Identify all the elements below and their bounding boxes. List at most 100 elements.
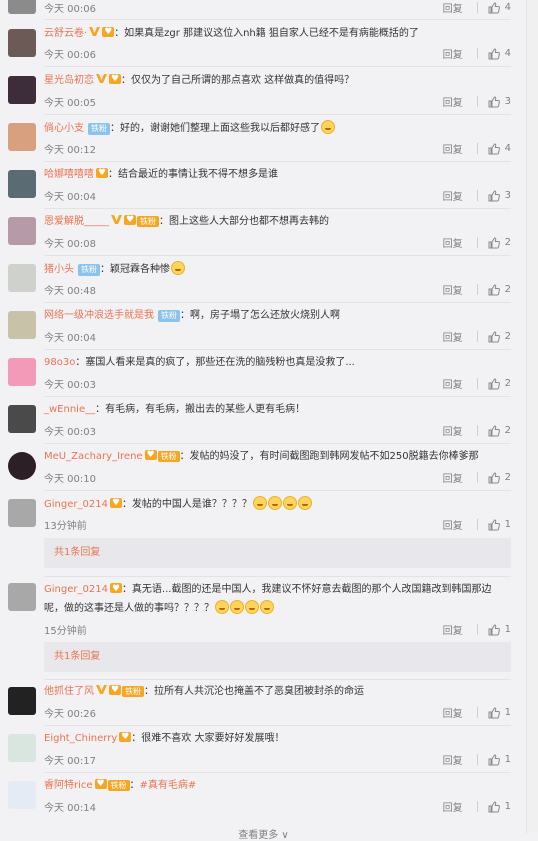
load-more-link[interactable]: 查看更多 ∨ [0, 826, 527, 841]
like-count: 1 [504, 754, 511, 765]
reply-button[interactable]: 回复 [443, 622, 463, 637]
comment-username[interactable]: _wEnnie__ [44, 404, 95, 415]
reply-button[interactable]: 回复 [443, 517, 463, 532]
comment-time: 今天 00:06 [44, 4, 96, 15]
reply-button[interactable]: 回复 [443, 188, 463, 203]
reply-button[interactable]: 回复 [443, 141, 463, 156]
comment-username[interactable]: MeU_Zachary_Irene [44, 451, 143, 462]
avatar[interactable] [8, 76, 36, 104]
iron-fan-badge: 铁粉 [158, 310, 180, 322]
like-button[interactable]: 1 [488, 800, 511, 813]
comment-username[interactable]: Ginger_0214 [44, 499, 108, 510]
like-button[interactable]: 1 [488, 623, 511, 636]
avatar[interactable] [8, 405, 36, 433]
divider [476, 472, 478, 483]
divider [44, 66, 511, 67]
scrollbar[interactable] [526, 0, 538, 833]
avatar[interactable] [8, 499, 36, 527]
reply-button[interactable]: 回复 [443, 799, 463, 814]
divider [476, 331, 478, 342]
like-button[interactable]: 2 [488, 424, 511, 437]
avatar[interactable] [8, 123, 36, 151]
comment-time: 15分钟前 [44, 626, 87, 637]
avatar[interactable] [8, 687, 36, 715]
avatar[interactable] [8, 217, 36, 245]
like-button[interactable]: 3 [488, 95, 511, 108]
avatar[interactable] [8, 734, 36, 762]
hashtag-link[interactable]: #真有毛病# [140, 780, 197, 791]
avatar[interactable] [8, 781, 36, 809]
comment-time: 今天 00:04 [44, 192, 96, 203]
like-button[interactable]: 2 [488, 330, 511, 343]
comment-username[interactable]: 云舒云卷· [44, 28, 87, 39]
comment-username[interactable]: Eight_Chinerry [44, 733, 117, 744]
comment-username[interactable]: 网络一级冲浪选手就是我 [44, 310, 154, 321]
avatar[interactable] [8, 583, 36, 611]
reply-button[interactable]: 回复 [443, 0, 463, 15]
divider [476, 754, 478, 765]
emoji-icon [260, 600, 274, 614]
like-button[interactable]: 2 [488, 471, 511, 484]
fan-badge: 铁粉 [137, 216, 159, 227]
like-button[interactable]: 1 [488, 753, 511, 766]
like-count: 2 [504, 331, 511, 342]
like-button[interactable]: 4 [488, 142, 511, 155]
like-button[interactable]: 4 [488, 1, 511, 14]
reply-button[interactable]: 回复 [443, 423, 463, 438]
thumbs-up-icon [488, 424, 500, 436]
divider [476, 48, 478, 59]
like-button[interactable]: 1 [488, 518, 511, 531]
reply-button[interactable]: 回复 [443, 752, 463, 767]
like-count: 2 [504, 378, 511, 389]
like-count: 2 [504, 284, 511, 295]
comment-username[interactable]: 98o3o [44, 357, 75, 368]
comment-time: 今天 00:14 [44, 803, 96, 814]
fan-heart-icon [109, 580, 122, 599]
divider [476, 237, 478, 248]
avatar[interactable] [8, 29, 36, 57]
comment-time: 今天 00:26 [44, 709, 96, 720]
like-button[interactable]: 2 [488, 283, 511, 296]
divider [44, 19, 511, 20]
avatar[interactable] [8, 311, 36, 339]
reply-button[interactable]: 回复 [443, 470, 463, 485]
comment-username[interactable]: 恩爱解脱_____ [44, 216, 109, 227]
reply-button[interactable]: 回复 [443, 94, 463, 109]
like-button[interactable]: 2 [488, 377, 511, 390]
avatar[interactable] [8, 0, 36, 14]
emoji-icon [245, 600, 259, 614]
comment-text: ：仅仅为了自己所谓的那点喜欢 这样做真的值得吗？ [121, 75, 355, 86]
avatar[interactable] [8, 264, 36, 292]
comment-username[interactable]: 睿阿特rice [44, 780, 93, 791]
comment-username[interactable]: 猪小头 [44, 264, 74, 275]
comment-text: ：啊，房子塌了怎么还放火烧别人啊 [180, 310, 340, 321]
verified-v-icon [96, 685, 107, 694]
reply-button[interactable]: 回复 [443, 329, 463, 344]
avatar[interactable] [8, 170, 36, 198]
like-button[interactable]: 2 [488, 236, 511, 249]
divider [44, 161, 511, 162]
divider [44, 490, 511, 491]
reply-button[interactable]: 回复 [443, 705, 463, 720]
reply-button[interactable]: 回复 [443, 46, 463, 61]
reply-button[interactable]: 回复 [443, 376, 463, 391]
comment-time: 今天 00:08 [44, 239, 96, 250]
reply-button[interactable]: 回复 [443, 235, 463, 250]
thumbs-up-icon [488, 142, 500, 154]
sub-reply-toggle[interactable]: 共1条回复 [44, 538, 511, 568]
comment-username[interactable]: 倘心小支 [44, 123, 84, 134]
emoji-icon [282, 496, 297, 510]
like-button[interactable]: 3 [488, 189, 511, 202]
avatar[interactable] [8, 358, 36, 386]
avatar[interactable] [8, 452, 36, 480]
sub-reply-toggle[interactable]: 共1条回复 [44, 642, 511, 672]
like-button[interactable]: 4 [488, 47, 511, 60]
comment-username[interactable]: 他抓住了风 [44, 686, 94, 697]
comment-username[interactable]: 星光岛初恋 [44, 75, 94, 86]
comment-username[interactable]: Ginger_0214 [44, 584, 108, 595]
comment-username[interactable]: 哈娜嘻嘻嘻 [44, 169, 94, 180]
reply-button[interactable]: 回复 [443, 282, 463, 297]
thumbs-up-icon [488, 623, 500, 635]
like-button[interactable]: 1 [488, 706, 511, 719]
comment-text: ：图上这些人大部分也都不想再去韩的 [159, 216, 329, 227]
